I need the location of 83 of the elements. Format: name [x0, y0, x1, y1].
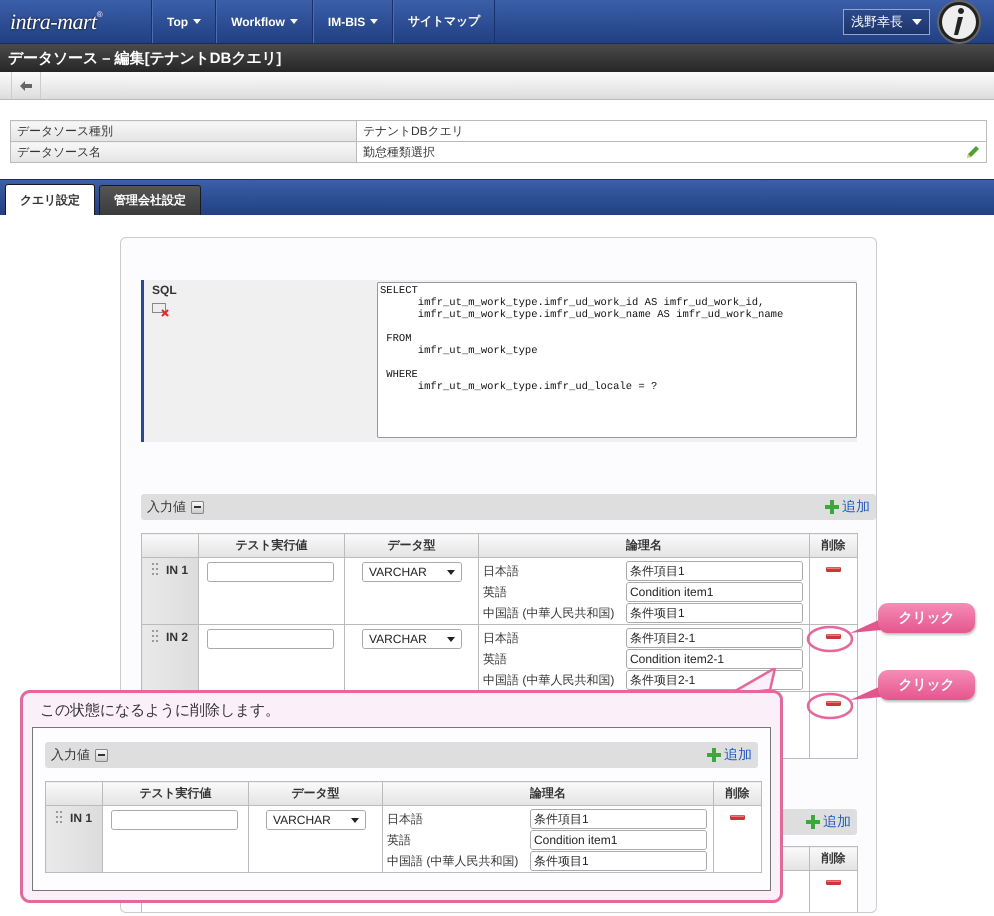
plus-icon — [707, 748, 721, 762]
field-value: 勤怠種類選択 — [363, 144, 435, 160]
input-field[interactable]: 条件項目1 — [530, 809, 707, 829]
nav-menu-item[interactable]: Top — [152, 0, 216, 43]
page-title: データソース – 編集[テナントDBクエリ] — [0, 44, 994, 72]
language-label: 英語 — [483, 650, 508, 668]
column-header: テスト実行値 — [102, 782, 248, 806]
column-header: 削除 — [810, 846, 858, 870]
add-link[interactable]: 追加 — [707, 746, 752, 764]
section-title: 入力値 — [51, 746, 90, 764]
minus-icon[interactable] — [826, 701, 841, 706]
caret-icon — [447, 570, 455, 574]
row-id: IN 2 — [166, 630, 188, 644]
sql-editor[interactable]: SELECT imfr_ut_m_work_type.imfr_ud_work_id AS imfr_ud_work_id, imfr_ut_m_work_type.imfr_ud_work_name AS imfr_ud_work_name FROM imfr_ut_m_work_type WHERE imfr_ut_m_work_type.imfr_ud_locale = ? — [377, 282, 857, 438]
column-header: 論理名 — [478, 534, 810, 558]
language-label: 日本語 — [483, 630, 520, 646]
back-button[interactable] — [11, 72, 41, 99]
input-field[interactable]: 条件項目1 — [626, 561, 803, 581]
minus-icon[interactable] — [826, 880, 841, 885]
input-field[interactable]: 条件项目1 — [626, 603, 803, 623]
input-field[interactable] — [207, 629, 334, 649]
logo: intra-mart — [10, 8, 97, 34]
drag-handle-icon — [56, 811, 62, 825]
language-label: 中国語 (中華人民共和国) — [483, 604, 616, 622]
type-select[interactable]: VARCHAR — [362, 562, 462, 582]
caret-icon — [351, 818, 359, 822]
callout-label: クリック — [878, 603, 975, 633]
column-header: テスト実行値 — [198, 534, 344, 558]
column-header: データ型 — [248, 782, 382, 806]
row-id: IN 1 — [70, 811, 92, 825]
drag-handle-icon — [152, 630, 158, 644]
minus-icon[interactable] — [826, 634, 841, 639]
section-title: 入力値 — [147, 498, 186, 516]
input-field[interactable]: 条件项目1 — [530, 851, 707, 871]
add-link[interactable]: 追加 — [806, 813, 851, 831]
type-select[interactable]: VARCHAR — [362, 629, 462, 649]
input-field[interactable]: 条件項目2-1 — [626, 628, 803, 648]
field-label: データソース種別 — [10, 120, 356, 142]
language-label: 英語 — [483, 584, 508, 600]
field-label: データソース名 — [10, 142, 356, 162]
field-value: テナントDBクエリ — [363, 122, 464, 140]
input-field[interactable] — [111, 810, 238, 830]
plus-icon — [825, 500, 839, 514]
column-header: 削除 — [714, 782, 762, 806]
clear-icon[interactable] — [152, 303, 170, 317]
sql-label: SQL — [152, 283, 178, 297]
note-text: この状態になるように削除します。 — [39, 701, 281, 721]
nav-menu-item[interactable]: Workflow — [216, 0, 313, 43]
collapse-button[interactable] — [95, 748, 108, 762]
caret-icon — [912, 18, 922, 24]
column-header: データ型 — [344, 534, 478, 558]
collapse-button[interactable] — [191, 500, 204, 514]
highlight-ring — [806, 692, 854, 720]
nav-menu-item[interactable]: IM-BIS — [312, 0, 394, 43]
column-header: 削除 — [810, 534, 858, 558]
caret-icon — [447, 636, 455, 642]
nav-menu-item[interactable]: サイトマップ — [393, 0, 496, 43]
language-label: 中国語 (中華人民共和国) — [387, 852, 520, 870]
pencil-icon[interactable] — [966, 145, 980, 159]
drag-handle-icon — [152, 563, 158, 577]
tab[interactable]: 管理会社設定 — [99, 185, 201, 215]
input-field[interactable]: Condition item1 — [530, 830, 707, 850]
registered-mark: ® — [96, 10, 103, 19]
input-field[interactable] — [207, 562, 334, 582]
minus-icon[interactable] — [826, 567, 841, 572]
back-arrow-icon — [20, 80, 32, 90]
language-label: 中国語 (中華人民共和国) — [483, 672, 616, 688]
round-logo-icon[interactable] — [936, 0, 982, 44]
add-link[interactable]: 追加 — [825, 498, 870, 516]
row-id: IN 1 — [166, 563, 188, 577]
column-header: 論理名 — [382, 782, 714, 806]
tab[interactable]: クエリ設定 — [5, 184, 95, 215]
language-label: 日本語 — [387, 810, 424, 828]
type-select[interactable]: VARCHAR — [266, 810, 366, 830]
language-label: 英語 — [387, 832, 412, 848]
input-field[interactable]: Condition item1 — [626, 582, 803, 602]
highlight-ring — [806, 625, 854, 653]
user-menu[interactable]: 浅野幸長 — [843, 8, 930, 34]
language-label: 日本語 — [483, 562, 520, 580]
minus-icon[interactable] — [730, 815, 745, 820]
plus-icon — [806, 815, 820, 829]
input-field[interactable]: Condition item2-1 — [626, 649, 803, 669]
callout-label: クリック — [878, 670, 975, 700]
